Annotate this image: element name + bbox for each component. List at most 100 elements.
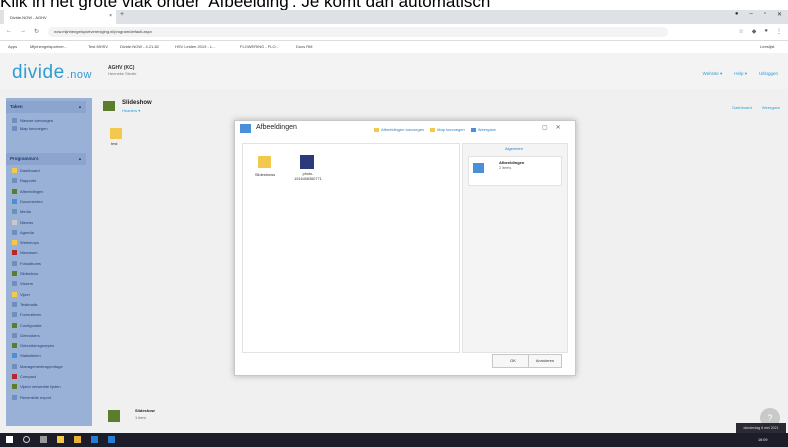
sidebar-item-label: Agenda: [20, 229, 34, 235]
sidebar-item-label: Afbeeldingen: [20, 188, 44, 194]
sidebar-item[interactable]: Statistieken: [12, 353, 41, 359]
sidebar-item-label: Fotoalbums: [20, 260, 41, 266]
sidebar-item[interactable]: Media: [12, 209, 31, 215]
browser-tab[interactable]: Divide.NOW - AGHV ×: [4, 10, 116, 24]
sidebar-item-label: Media: [20, 209, 31, 215]
program-icon: [12, 219, 17, 225]
back-icon[interactable]: ←: [6, 28, 12, 35]
close-window-icon[interactable]: ✕: [777, 11, 782, 18]
sidebar-item[interactable]: Recentelie export: [12, 394, 51, 400]
add-images-button[interactable]: Afbeeldingen toevoegen: [374, 127, 424, 132]
sidebar-item[interactable]: Gebruikersgroepen: [12, 343, 54, 349]
taskbar-clock[interactable]: 16:09: [758, 438, 768, 442]
bookmark-item[interactable]: Docs RM: [296, 44, 312, 49]
logo-suffix: .now: [66, 69, 92, 81]
bookmark-item[interactable]: Divide.NOW - 4.21.82: [120, 44, 159, 49]
sidebar-item[interactable]: Formulieren: [12, 312, 41, 318]
bookmark-item[interactable]: HSV Leiden 2019 - L...: [175, 44, 215, 49]
sidebar-section-programmas[interactable]: Programma's ▲: [6, 153, 86, 165]
extension-icon[interactable]: ◆: [752, 28, 757, 35]
sidebar-item-label: Slideshow: [20, 271, 39, 276]
sidebar-item-label: Gebruikers: [20, 332, 40, 338]
bookmark-item[interactable]: Apps: [8, 44, 17, 49]
menu-icon[interactable]: ⋮: [776, 28, 782, 35]
section-title: Programma's: [10, 156, 39, 161]
forward-icon[interactable]: →: [20, 28, 26, 35]
item-label: photo-1516408360771: [294, 172, 322, 181]
program-icon: [12, 384, 17, 390]
sidebar-item[interactable]: Afbeeldingen: [12, 188, 44, 194]
date-notification: donderdag 6 mei 2021: [736, 423, 786, 433]
program-icon: [12, 240, 17, 246]
sidebar-item[interactable]: Gebruikers: [12, 332, 40, 338]
sidebar-item[interactable]: Dashboard: [12, 168, 40, 173]
dialog-close-icon[interactable]: ✕: [556, 124, 561, 131]
profile-icon[interactable]: ●: [764, 28, 768, 35]
folder-icon[interactable]: [258, 156, 271, 168]
outlook-icon[interactable]: [91, 436, 98, 443]
images-icon: [473, 163, 484, 173]
windows-start-icon[interactable]: [6, 436, 13, 443]
sidebar-item[interactable]: Agenda: [12, 229, 34, 235]
dialog-maximize-icon[interactable]: ▢: [542, 124, 548, 131]
sidebar-section-taken[interactable]: Taken ▲: [6, 101, 86, 113]
bookmark-item[interactable]: Test MHSV: [88, 44, 108, 49]
dialog-toolbar: Afbeeldingen toevoegen Map toevoegen Wee…: [374, 127, 496, 132]
menu-website[interactable]: Website ▾: [703, 71, 723, 77]
sidebar-item-label: Vissers: [20, 281, 34, 287]
account-icon[interactable]: ●: [735, 11, 739, 18]
sidebar-item[interactable]: Slideshow: [12, 271, 38, 276]
sidebar-item[interactable]: Documenten: [12, 198, 43, 204]
divide-logo[interactable]: divide .now: [12, 62, 92, 84]
program-icon: [12, 312, 17, 318]
cancel-button[interactable]: Annuleren: [528, 354, 562, 368]
maximize-icon[interactable]: ▫: [764, 11, 766, 18]
task-view-icon[interactable]: [40, 436, 47, 443]
sidebar-item-label: Vijzer: [20, 291, 30, 297]
view-button[interactable]: Weergave: [470, 127, 496, 132]
sidebar-item[interactable]: Nieuwsen: [12, 250, 38, 256]
sidebar-item[interactable]: Fotoalbums: [12, 260, 41, 266]
sidebar-item-label: Managementrapportage: [20, 363, 63, 369]
minimize-icon[interactable]: –: [749, 11, 752, 18]
folder-icon: [12, 126, 17, 131]
sidebar-item[interactable]: Map toevoegen: [12, 126, 48, 131]
sidebar-item[interactable]: Vissers: [12, 281, 34, 287]
sidebar-item[interactable]: Nieuwe toevoegen: [12, 118, 53, 123]
search-icon[interactable]: [23, 436, 30, 443]
dashboard-link[interactable]: Dashboard: [732, 105, 752, 110]
add-folder-button[interactable]: Map toevoegen: [430, 127, 465, 132]
org-user: Henneke Strolle: [108, 71, 137, 76]
program-icon: [12, 260, 17, 266]
page-subtitle[interactable]: Headers ▾: [122, 108, 140, 113]
program-icon: [12, 188, 17, 194]
sidebar-item[interactable]: Vijzen verwerkte lijsten: [12, 384, 61, 390]
sidebar-item[interactable]: Webshops: [12, 240, 39, 246]
sidebar-item[interactable]: Rapports: [12, 178, 36, 184]
sidebar-item[interactable]: Managementrapportage: [12, 363, 63, 369]
browser-nav: ← → ↻: [6, 28, 39, 35]
reload-icon[interactable]: ↻: [34, 28, 39, 35]
new-tab-button[interactable]: +: [120, 11, 124, 18]
sidebar-item[interactable]: Nieuws: [12, 219, 33, 225]
sidebar-item[interactable]: Compact: [12, 374, 36, 379]
folder-icon[interactable]: [110, 128, 122, 139]
menu-logout[interactable]: Uitloggen: [759, 71, 778, 77]
sidebar-item[interactable]: Configuratie: [12, 322, 42, 328]
reading-list[interactable]: Leeslijst: [760, 44, 774, 49]
url-input[interactable]: now.mijnhengelsportvereniging.nl/program…: [48, 27, 668, 37]
bookmark-item[interactable]: Mijnhengelsportver...: [30, 44, 67, 49]
tab-close-icon[interactable]: ×: [109, 13, 112, 19]
sidebar-item[interactable]: Testimails: [12, 301, 38, 307]
star-icon[interactable]: ☆: [738, 28, 743, 35]
bookmark-item[interactable]: FLOWERING - FLO...: [240, 44, 279, 49]
weergave-link[interactable]: Weergave: [762, 105, 780, 110]
file-explorer-icon[interactable]: [57, 436, 64, 443]
chrome-icon[interactable]: [74, 436, 81, 443]
program-icon: [12, 209, 17, 215]
sidebar-item[interactable]: Vijzer: [12, 291, 30, 297]
app-icon[interactable]: [108, 436, 115, 443]
sidebar-item-label: Vijzen verwerkte lijsten: [20, 384, 61, 390]
menu-help[interactable]: Help ▾: [734, 71, 747, 77]
image-thumbnail-icon[interactable]: [300, 155, 314, 169]
